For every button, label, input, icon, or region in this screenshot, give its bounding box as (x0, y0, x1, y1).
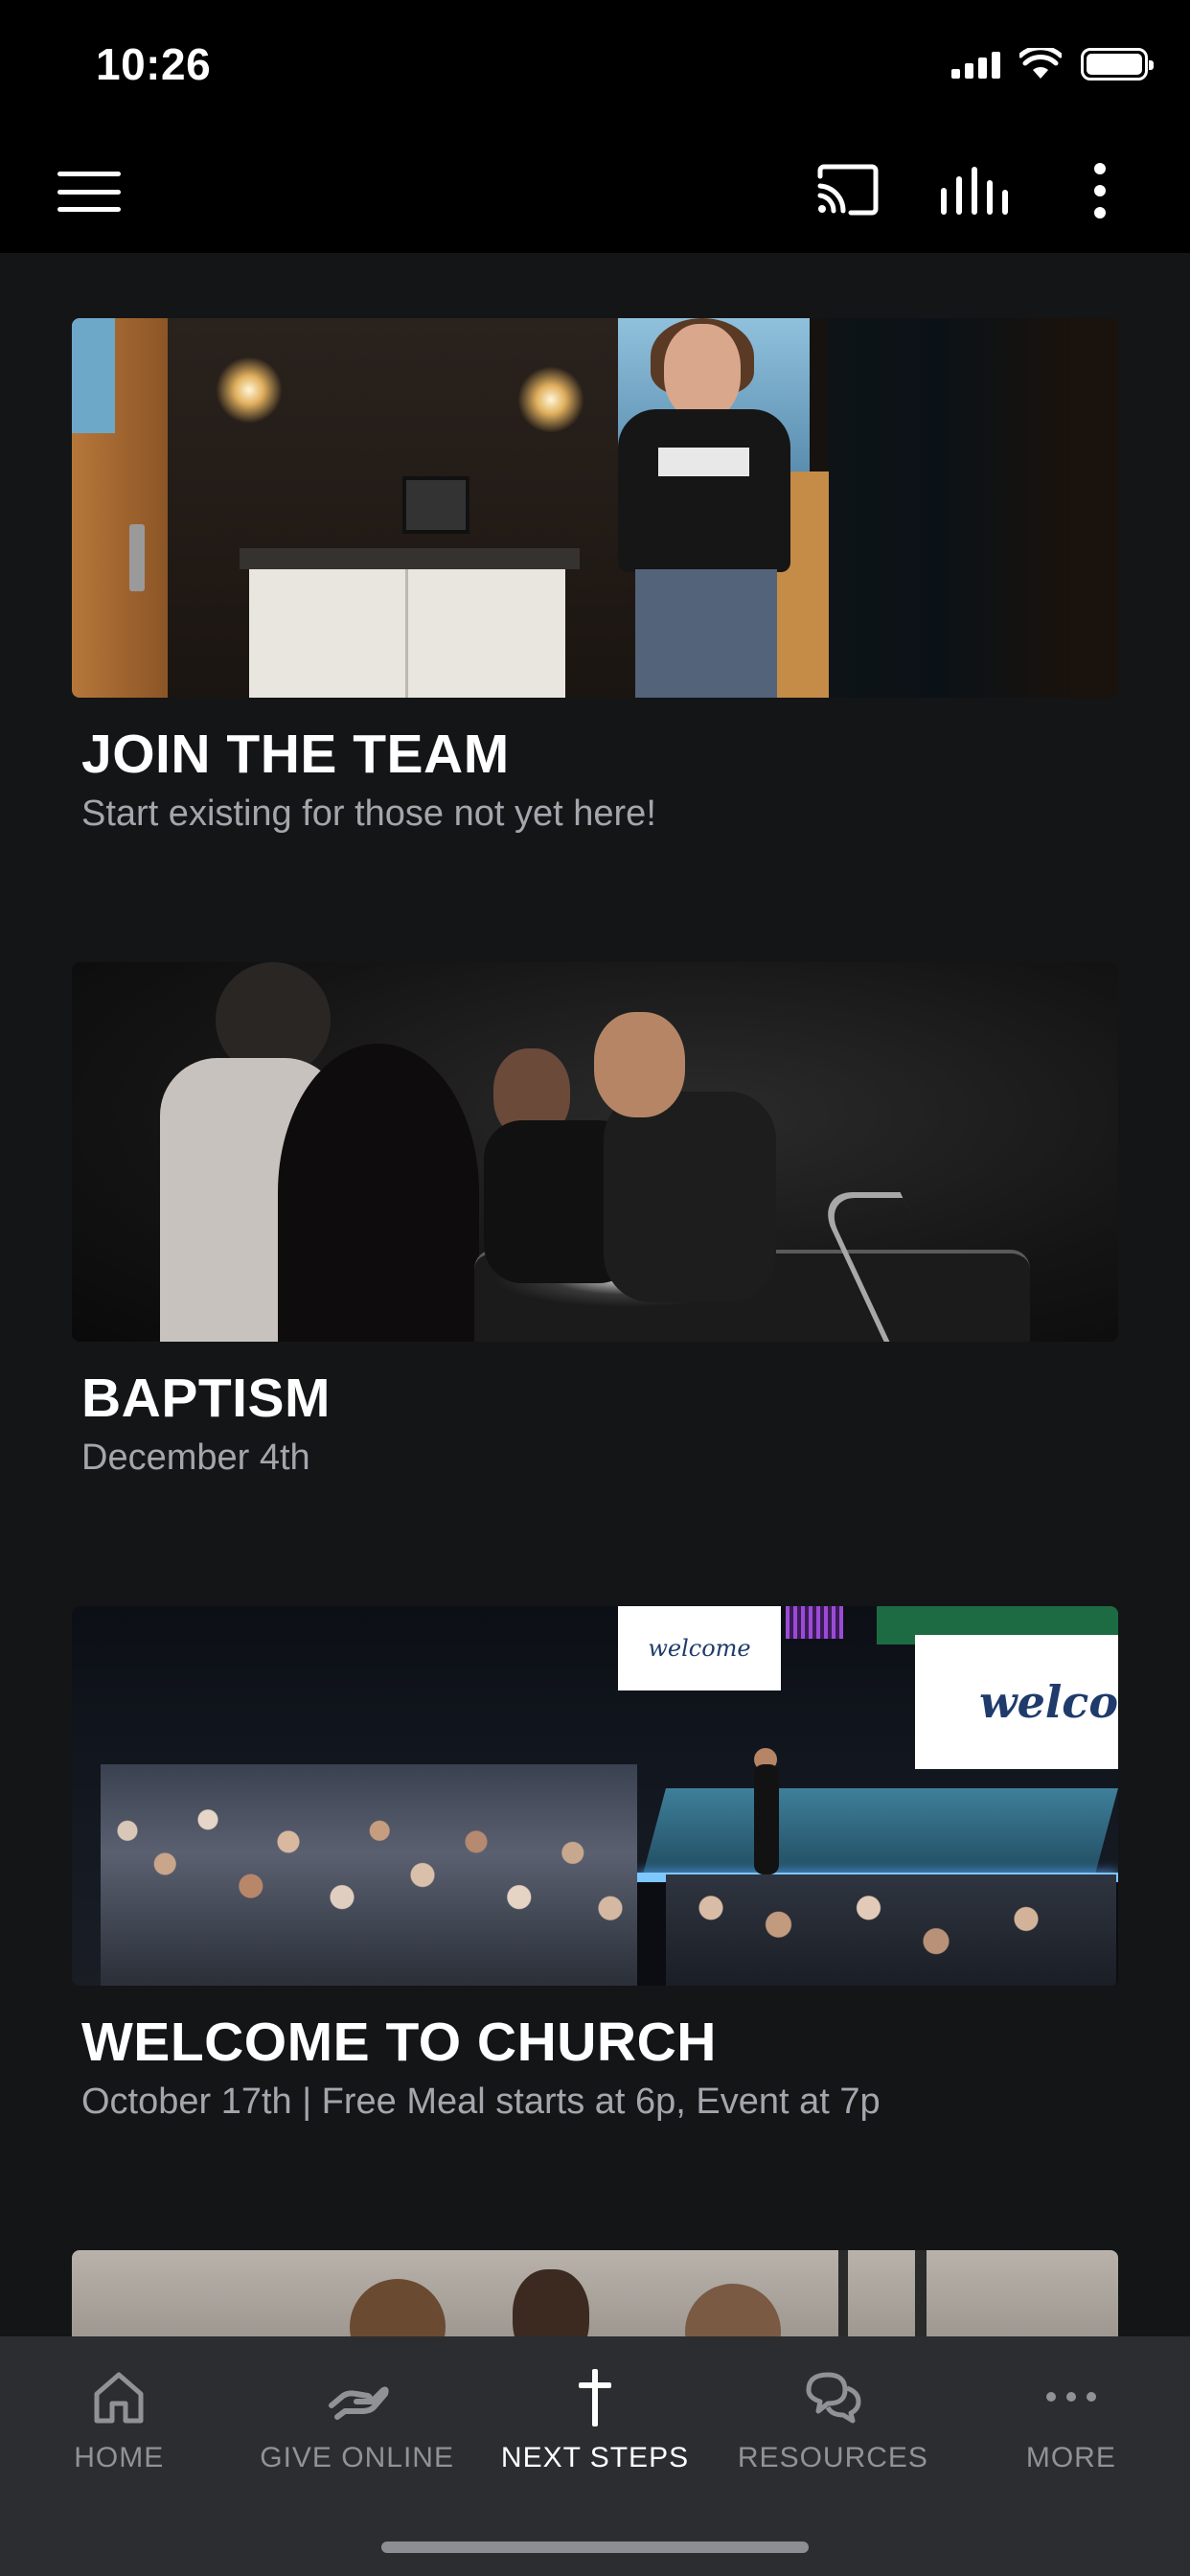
card-image-welcome-to-church[interactable]: welcome welco (72, 1606, 1118, 1986)
card-title: JOIN THE TEAM (81, 724, 510, 785)
card-image-baptism[interactable] (72, 962, 1118, 1342)
battery-icon (1081, 48, 1154, 80)
wifi-icon (1019, 48, 1062, 79)
home-indicator[interactable] (381, 2542, 809, 2553)
tab-label: HOME (74, 2442, 165, 2473)
cast-icon[interactable] (814, 163, 880, 217)
home-icon (94, 2372, 144, 2424)
welcome-screen-text: welcome (618, 1606, 781, 1690)
more-horizontal-icon (1045, 2392, 1096, 2402)
equalizer-icon[interactable] (939, 163, 1008, 217)
tab-label: GIVE ONLINE (260, 2442, 454, 2473)
cross-icon (579, 2369, 612, 2426)
card-subtitle: December 4th (81, 1437, 310, 1478)
card-join-the-team[interactable]: JOIN THE TEAM Start existing for those n… (72, 318, 1118, 836)
card-title: BAPTISM (81, 1368, 331, 1429)
tab-more[interactable]: MORE (952, 2336, 1190, 2509)
card-subtitle: Start existing for those not yet here! (81, 793, 656, 834)
app-bar (0, 134, 1190, 253)
status-icons (951, 48, 1154, 80)
tab-label: MORE (1025, 2442, 1116, 2473)
card-partial[interactable] (72, 2250, 1118, 2336)
card-baptism[interactable]: BAPTISM December 4th (72, 962, 1118, 1480)
tab-resources[interactable]: RESOURCES (714, 2336, 951, 2509)
card-subtitle: October 17th | Free Meal starts at 6p, E… (81, 2081, 881, 2122)
more-vertical-icon[interactable] (1081, 159, 1119, 222)
chat-bubbles-icon (806, 2372, 861, 2424)
status-time: 10:26 (96, 39, 212, 89)
card-title: WELCOME TO CHURCH (81, 2012, 717, 2073)
card-welcome-to-church[interactable]: welcome welco WELCOME TO CHURCH October … (72, 1606, 1118, 2124)
next-steps-feed[interactable]: JOIN THE TEAM Start existing for those n… (0, 253, 1190, 2336)
status-bar: 10:26 (0, 0, 1190, 134)
give-hand-icon (328, 2386, 389, 2420)
tab-give-online[interactable]: GIVE ONLINE (238, 2336, 475, 2509)
card-image-partial[interactable] (72, 2250, 1118, 2336)
bottom-tab-bar: HOME GIVE ONLINE NEXT STEPS RESOURCES MO… (0, 2336, 1190, 2576)
hamburger-menu-icon[interactable] (57, 168, 121, 216)
tab-label: NEXT STEPS (500, 2442, 690, 2473)
tab-home[interactable]: HOME (0, 2336, 238, 2509)
card-image-join-the-team[interactable] (72, 318, 1118, 698)
tab-next-steps[interactable]: NEXT STEPS (476, 2336, 714, 2509)
welcome-screen-text-right: welco (915, 1635, 1118, 1769)
cellular-signal-icon (951, 50, 1000, 79)
tab-label: RESOURCES (737, 2442, 928, 2473)
